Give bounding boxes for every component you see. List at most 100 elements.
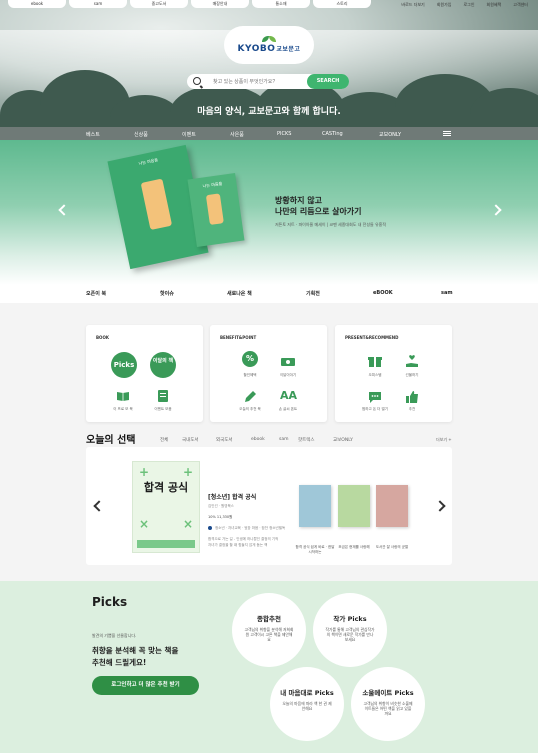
thumbnail-label: 조금은 현재를 사랑해 [338,545,370,549]
banner-tab[interactable]: 핫이슈 [160,290,174,297]
chat-icon[interactable] [368,389,382,403]
filter-tab[interactable]: 국내도서 [182,437,199,443]
picks-button[interactable]: Picks [111,352,137,378]
nav-item[interactable]: PICKS [277,131,291,137]
banner-tabs: 오픈이 북 핫이슈 새로나온 책 기획전 eBOOK sam [0,285,538,303]
cross-icon: + [139,465,150,479]
gift-icon[interactable] [368,353,382,367]
picks-circle-general[interactable]: 종합추천 고객님의 취향을 분석해 저희회원 고객이시 고른 책을 제안해요 [232,593,306,667]
banner-tab[interactable]: 오픈이 북 [86,290,106,297]
banner-headline: 방황하지 않고 나만의 리듬으로 살아가기 [275,196,362,216]
hero-header: ebook sam 중고도서 매장안내 통소재 스토리 바로드 더보기 회원가입… [0,0,538,140]
nav-item[interactable]: 베스트 [86,131,100,138]
percent-icon[interactable]: % [242,351,258,367]
top-tab[interactable]: 스토리 [313,0,371,8]
banner-book-cover[interactable]: 나는 마음을 [187,172,245,248]
top-link[interactable]: 회원가입 [437,2,452,8]
picks-tagline: 발견의 기쁨을 선물합니다. [92,633,137,638]
circle-desc: 고객님의 취향이 비슷한 소울메이트들은 어떤 책을 읽고 있을까요 [363,701,413,716]
picks-circle-mood[interactable]: 내 마음대로 Picks 오늘의 마음에 따라 책 한 권 제안해요 [270,667,344,741]
card-title: PRESENT&RECOMMEND [345,335,399,340]
kyobo-logo[interactable]: KYOBO교보문고 [224,26,314,64]
item-label: 추천 [408,407,416,411]
benefit-card: BENEFIT&POINT % 할인혜택 이달이야기 오늘의 추천 북 AA 손… [210,325,327,422]
cover-title: 합격 공식 [143,481,189,494]
filter-tab[interactable]: 전체 [160,437,168,443]
top-links: 바로드 더보기 회원가입 로그인 회원혜택 고객센터 [401,2,528,8]
banner-tab[interactable]: 기획전 [306,290,320,297]
book-cover-text: 나는 마음을 [202,180,223,189]
font-icon[interactable]: AA [280,389,297,403]
top-link[interactable]: 고객센터 [513,2,528,8]
cross-icon: × [183,517,194,531]
search-input[interactable] [213,76,297,87]
picks-section: Picks 발견의 기쁨을 선물합니다. 취향을 분석해 꼭 맞는 책을 추천해… [0,581,538,753]
banner-tab[interactable]: sam [441,290,453,296]
circle-title: 소울메이트 Picks [362,689,414,697]
filter-tab[interactable]: ebook [251,437,265,442]
nav-item[interactable]: 이벤트 [182,131,196,138]
book-author: 김인선 · 원영북스 [208,504,234,508]
top-link[interactable]: 로그인 [463,2,474,8]
book-desc: 합격으로 가는 길 - 인생에 하나뿐인 결정의 기적 [208,537,279,541]
picks-circle-soulmate[interactable]: 소울메이트 Picks 고객님의 취향이 비슷한 소울메이트들은 어떤 책을 읽… [351,667,425,741]
book-illustration [205,193,224,225]
filter-tab[interactable]: sam [279,437,289,442]
banner-tab[interactable]: eBOOK [373,290,393,296]
pencil-icon[interactable] [243,389,257,403]
featured-book-cover[interactable]: + + 합격 공식 × × [132,461,200,553]
thumbs-up-icon[interactable] [405,389,419,403]
tagline: 마음의 양식, 교보문고와 함께 합니다. [197,107,341,117]
circle-title: 종합추천 [257,615,281,623]
nav-item[interactable]: 사은품 [230,131,244,138]
nav-item[interactable]: CASTing [322,131,343,137]
circle-desc: 오늘의 마음에 따라 책 한 권 제안해요 [282,701,332,711]
book-desc: 자녀가 결정을 할 때 힘들지 않게 돕는 책 [208,543,268,547]
filter-tab[interactable]: 외국도서 [216,437,233,443]
circle-desc: 작가를 통해 고객님의 관심작가의 책이면 새로운 작가를 만나보세요 [325,627,375,642]
item-label: 손 글씨 폰트 [278,407,298,411]
cover-band [137,540,195,548]
filter-tab[interactable]: 교보ONLY [333,437,353,443]
global-nav: 베스트 신상품 이벤트 사은품 PICKS CASTing 교보ONLY [0,127,538,140]
card-title: BOOK [96,335,109,340]
book-price: 10% 11,330원 [208,515,233,519]
login-recommend-button[interactable]: 로그인하고 더 많은 추천 받기 [92,676,199,695]
item-label: 오피스템 [368,373,382,377]
sprout-icon [262,36,276,43]
event-icon[interactable] [156,388,170,402]
book-icon[interactable] [116,388,130,402]
ticket-icon[interactable] [280,353,295,367]
top-tab[interactable]: 중고도서 [130,0,188,8]
top-tab[interactable]: 매장안내 [191,0,249,8]
card-title: BENEFIT&POINT [220,335,257,340]
top-link[interactable]: 회원혜택 [487,2,502,8]
book-thumbnail[interactable] [338,485,370,527]
top-tab[interactable]: sam [69,0,127,8]
top-tab[interactable]: ebook [8,0,66,8]
logo-name: KYOBO [237,44,276,54]
filter-tab[interactable]: 핫트렉스 [298,437,315,443]
picks-lead: 취향을 분석해 꼭 맞는 책을 추천해 드릴게요! [92,646,179,667]
nav-item[interactable]: 교보ONLY [379,131,401,138]
item-label: 이벤트 모음 [154,407,172,411]
book-thumbnail[interactable] [376,485,408,527]
top-tab[interactable]: 통소재 [252,0,310,8]
search-button[interactable]: SEARCH [307,74,349,89]
book-title[interactable]: [청소년] 합격 공식 [208,492,256,501]
search-icon[interactable] [193,77,201,85]
picks-circle-author[interactable]: 작가 Picks 작가를 통해 고객님의 관심작가의 책이면 새로운 작가를 만… [313,593,387,667]
banner-tab[interactable]: 새로나온 책 [227,290,252,297]
book-thumbnail[interactable] [299,485,331,527]
nav-item[interactable]: 신상품 [134,131,148,138]
main-banner [0,140,538,285]
monthly-book-button[interactable]: 이달의 책 [150,352,176,378]
top-link[interactable]: 바로드 더보기 [401,2,424,8]
picks-heading: Picks [92,595,128,609]
menu-icon[interactable] [443,131,451,136]
more-link[interactable]: 더보기 + [436,437,452,443]
item-label: 이달이야기 [279,373,297,377]
item-label: 할인혜택 [243,373,257,377]
section-title: 오늘의 선택 [86,435,136,446]
gift-hand-icon[interactable] [405,353,419,367]
